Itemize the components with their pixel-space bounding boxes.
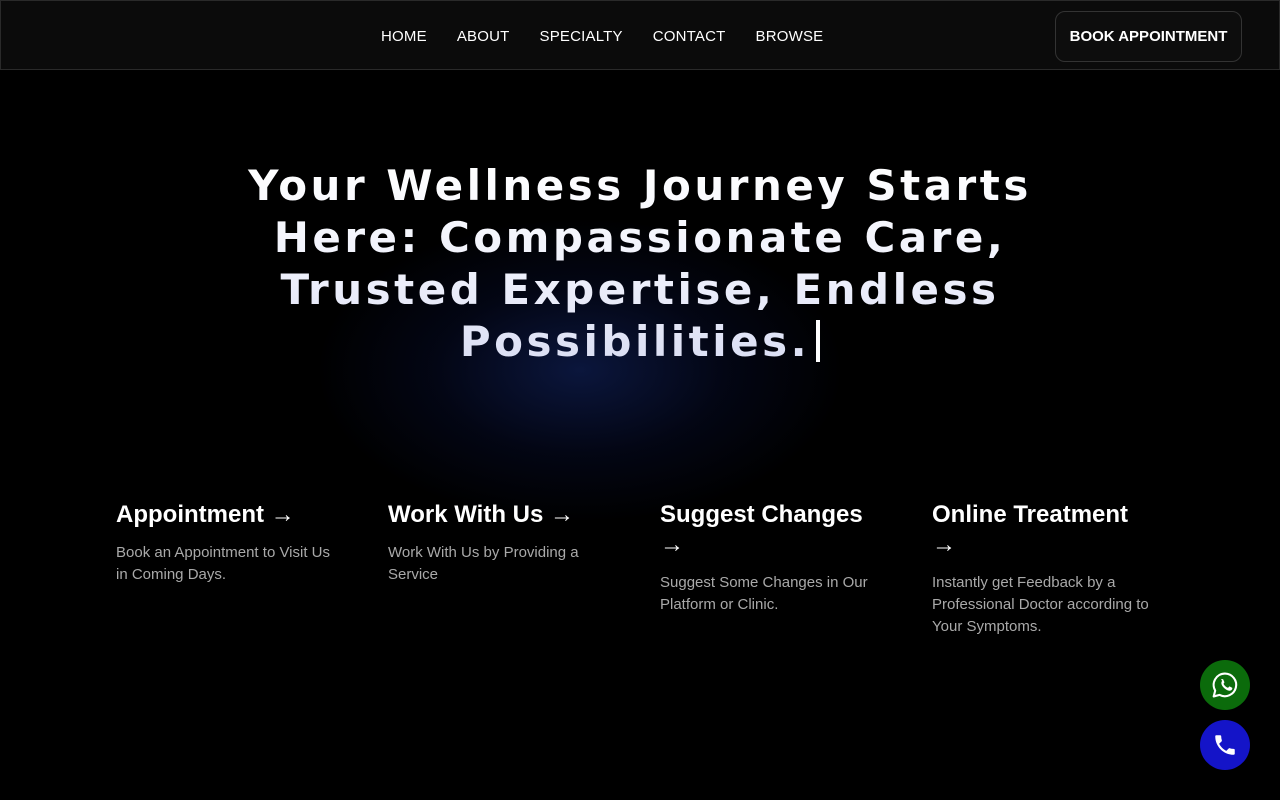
card-title[interactable]: Suggest Changes → [660, 500, 884, 560]
page: HOME ABOUT SPECIALTY CONTACT BROWSE BOOK… [0, 0, 1280, 800]
card-description: Instantly get Feedback by a Professional… [932, 574, 1149, 635]
card-title[interactable]: Appointment → [116, 500, 340, 530]
card-work-with-us[interactable]: Work With Us → Work With Us by Providing… [388, 500, 612, 638]
card-description: Book an Appointment to Visit Us in Comin… [116, 544, 331, 583]
nav-link-about[interactable]: ABOUT [457, 28, 510, 45]
book-appointment-button[interactable]: BOOK APPOINTMENT [1055, 11, 1242, 62]
whatsapp-button[interactable] [1200, 660, 1250, 710]
card-online-treatment[interactable]: Online Treatment → Instantly get Feedbac… [932, 500, 1156, 638]
navbar: HOME ABOUT SPECIALTY CONTACT BROWSE BOOK… [0, 0, 1280, 70]
phone-icon [1215, 735, 1235, 755]
card-description: Work With Us by Providing a Service [388, 544, 579, 583]
card-title[interactable]: Work With Us → [388, 500, 612, 530]
feature-cards: Appointment → Book an Appointment to Vis… [116, 500, 1176, 638]
card-title[interactable]: Online Treatment → [932, 500, 1156, 560]
nav-link-browse[interactable]: BROWSE [756, 28, 824, 45]
hero-title-text: Your Wellness Journey Starts Here: Compa… [248, 161, 1032, 366]
card-appointment[interactable]: Appointment → Book an Appointment to Vis… [116, 500, 340, 638]
phone-button[interactable] [1200, 720, 1250, 770]
typing-cursor [816, 320, 821, 362]
nav-links: HOME ABOUT SPECIALTY CONTACT BROWSE [381, 1, 823, 71]
nav-link-contact[interactable]: CONTACT [653, 28, 726, 45]
card-description: Suggest Some Changes in Our Platform or … [660, 574, 868, 613]
whatsapp-icon [1212, 672, 1238, 698]
nav-link-home[interactable]: HOME [381, 28, 427, 45]
card-suggest-changes[interactable]: Suggest Changes → Suggest Some Changes i… [660, 500, 884, 638]
hero-title: Your Wellness Journey Starts Here: Compa… [240, 160, 1040, 368]
nav-link-specialty[interactable]: SPECIALTY [540, 28, 623, 45]
